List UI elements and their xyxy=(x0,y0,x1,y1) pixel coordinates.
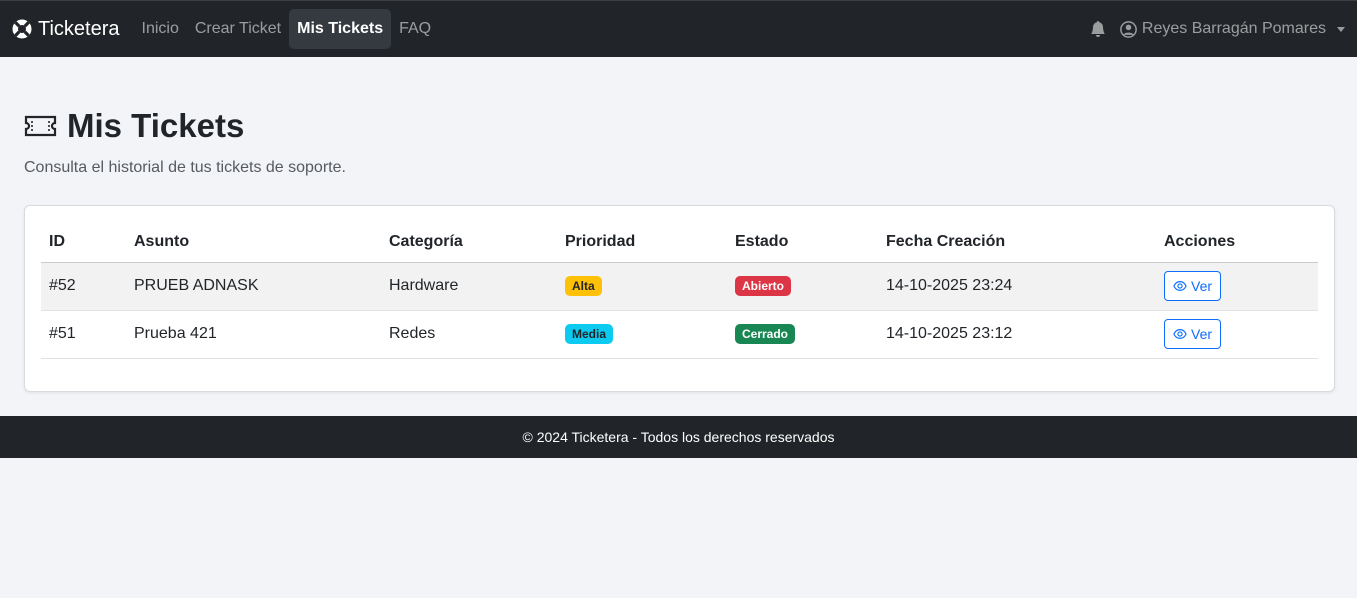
user-name: Reyes Barragán Pomares xyxy=(1141,20,1326,37)
nav-links: Inicio Crear Ticket Mis Tickets FAQ xyxy=(134,1,440,57)
ticket-id: #52 xyxy=(41,262,126,311)
page-footer: © 2024 Ticketera - Todos los derechos re… xyxy=(0,415,1357,458)
table-header-row: ID Asunto Categoría Prioridad Estado Fec… xyxy=(41,222,1318,263)
user-menu-toggle[interactable]: Reyes Barragán Pomares xyxy=(1120,20,1345,38)
ticket-actions-cell: Ver xyxy=(1156,310,1318,359)
ticket-actions-cell: Ver xyxy=(1156,262,1318,311)
page-header: Mis Tickets xyxy=(24,107,1335,145)
priority-badge: Media xyxy=(565,324,614,344)
column-header-estado: Estado xyxy=(727,222,878,263)
eye-icon xyxy=(1173,281,1187,291)
ticket-category: Hardware xyxy=(381,262,557,311)
footer-text: © 2024 Ticketera - Todos los derechos re… xyxy=(522,428,835,445)
ticket-icon xyxy=(24,115,57,137)
ticket-category: Redes xyxy=(381,310,557,359)
ticket-date: 14-10-2025 23:12 xyxy=(878,310,1156,359)
ticket-date: 14-10-2025 23:24 xyxy=(878,262,1156,311)
life-ring-icon xyxy=(12,19,32,39)
table-row: #51 Prueba 421 Redes Media Cerrado 14-10… xyxy=(41,310,1318,359)
ticket-status-cell: Abierto xyxy=(727,262,878,311)
nav-link-inicio[interactable]: Inicio xyxy=(134,9,187,49)
brand-link[interactable]: Ticketera xyxy=(12,18,120,41)
nav-link-faq[interactable]: FAQ xyxy=(391,9,439,49)
view-button-label: Ver xyxy=(1191,278,1213,294)
status-badge: Abierto xyxy=(735,276,791,296)
chevron-down-icon xyxy=(1337,26,1345,32)
page-subtitle: Consulta el historial de tus tickets de … xyxy=(24,159,346,176)
brand-name: Ticketera xyxy=(38,17,120,40)
status-badge: Cerrado xyxy=(735,324,796,344)
tickets-table: ID Asunto Categoría Prioridad Estado Fec… xyxy=(41,222,1318,359)
main-content: Mis Tickets Consulta el historial de tus… xyxy=(0,57,1357,416)
top-navbar: Ticketera Inicio Crear Ticket Mis Ticket… xyxy=(0,0,1357,57)
tickets-card: ID Asunto Categoría Prioridad Estado Fec… xyxy=(24,205,1335,392)
bell-icon xyxy=(1090,21,1105,37)
page-title: Mis Tickets xyxy=(67,107,245,144)
ticket-id: #51 xyxy=(41,310,126,359)
column-header-id: ID xyxy=(41,222,126,263)
nav-link-mis-tickets[interactable]: Mis Tickets xyxy=(289,9,392,49)
ticket-subject: PRUEB ADNASK xyxy=(126,262,381,311)
notifications-button[interactable] xyxy=(1090,21,1106,37)
priority-badge: Alta xyxy=(565,276,602,296)
eye-icon xyxy=(1173,329,1187,339)
column-header-categoria: Categoría xyxy=(381,222,557,263)
column-header-acciones: Acciones xyxy=(1156,222,1318,263)
column-header-prioridad: Prioridad xyxy=(557,222,727,263)
ticket-priority-cell: Media xyxy=(557,310,727,359)
ticket-subject: Prueba 421 xyxy=(126,310,381,359)
column-header-asunto: Asunto xyxy=(126,222,381,263)
column-header-fecha: Fecha Creación xyxy=(878,222,1156,263)
nav-right: Reyes Barragán Pomares xyxy=(1090,20,1345,38)
ticket-status-cell: Cerrado xyxy=(727,310,878,359)
user-circle-icon xyxy=(1120,20,1137,38)
ticket-priority-cell: Alta xyxy=(557,262,727,311)
nav-link-crear-ticket[interactable]: Crear Ticket xyxy=(187,9,289,49)
view-button-label: Ver xyxy=(1191,326,1213,342)
view-ticket-button[interactable]: Ver xyxy=(1164,319,1222,349)
table-row: #52 PRUEB ADNASK Hardware Alta Abierto 1… xyxy=(41,262,1318,311)
view-ticket-button[interactable]: Ver xyxy=(1164,271,1222,301)
